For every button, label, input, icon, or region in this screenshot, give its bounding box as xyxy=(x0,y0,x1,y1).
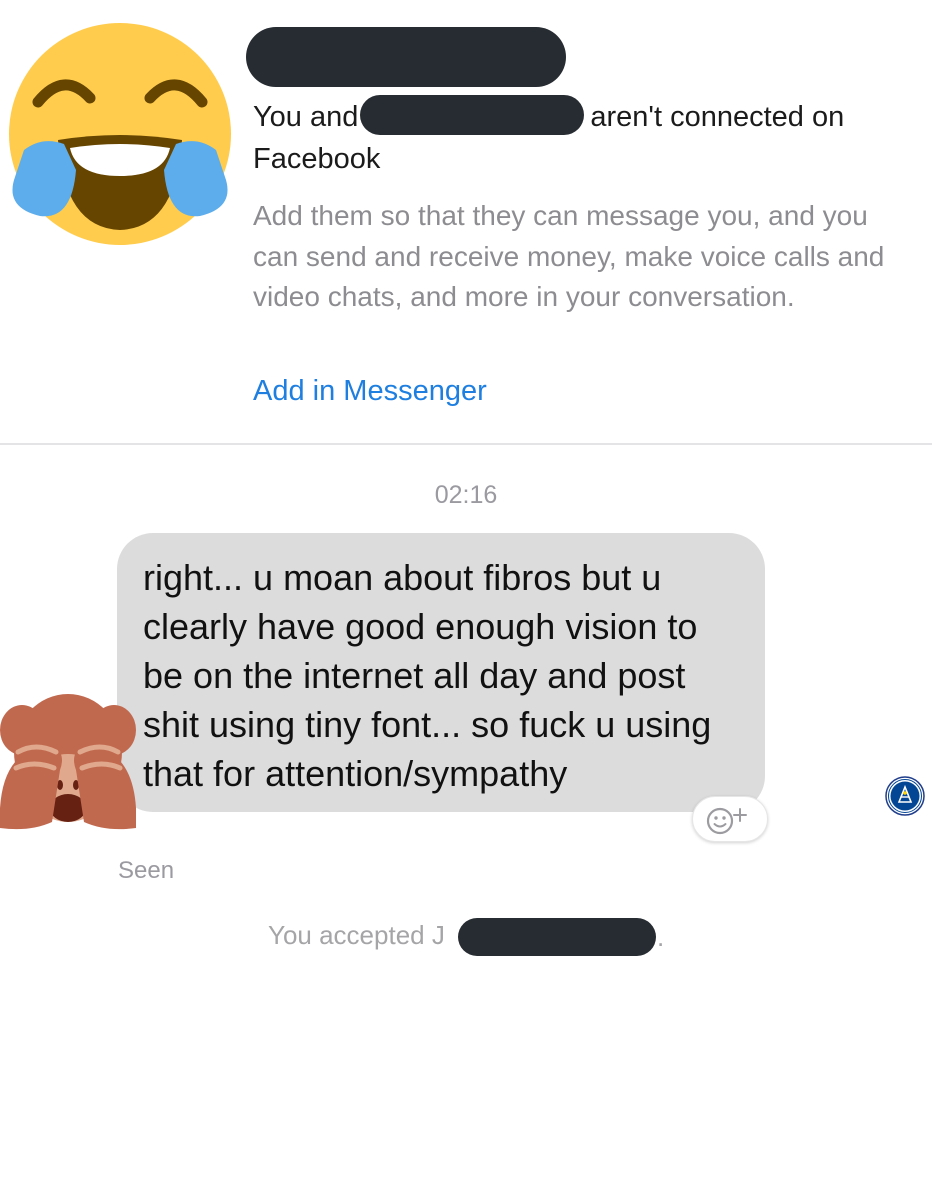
connection-description: Add them so that they can message you, a… xyxy=(253,200,885,312)
face-with-tears-of-joy-icon xyxy=(9,23,231,245)
message-bubble[interactable]: right... u moan about fibros but u clear… xyxy=(117,533,765,812)
add-reaction-button[interactable] xyxy=(692,796,768,842)
message-timestamp: 02:16 xyxy=(434,481,498,509)
accepted-trailing: . xyxy=(657,922,665,952)
add-reaction-icon xyxy=(706,807,747,835)
see-no-evil-monkey-icon[interactable] xyxy=(0,690,136,832)
club-crest-icon xyxy=(885,776,925,816)
connection-notice: You and aren't connected on Facebook xyxy=(253,95,913,180)
divider xyxy=(0,443,932,445)
seen-label: Seen xyxy=(118,857,175,884)
message-text: right... u moan about fibros but u clear… xyxy=(143,557,712,794)
accepted-notice: You accepted J xyxy=(268,920,445,950)
add-in-messenger-link[interactable]: Add in Messenger xyxy=(253,375,487,408)
redacted-name-inline xyxy=(360,95,585,136)
notice-prefix: You and xyxy=(253,101,359,133)
redacted-name xyxy=(246,27,566,87)
redacted-name xyxy=(458,918,656,956)
